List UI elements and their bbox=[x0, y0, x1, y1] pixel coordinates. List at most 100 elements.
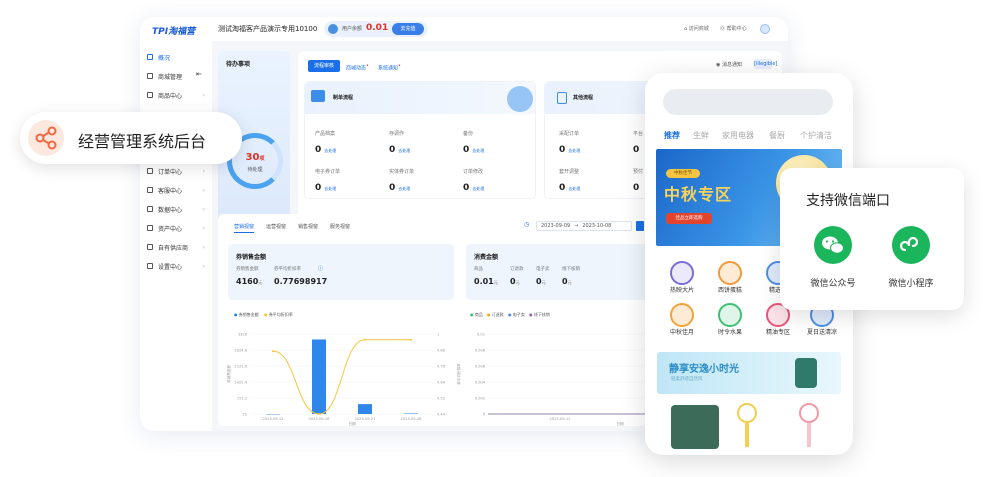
search-input[interactable] bbox=[663, 89, 833, 115]
stat-label: 产品档案 bbox=[315, 131, 336, 137]
tab-sales[interactable]: 销售视窗 bbox=[298, 223, 318, 230]
balance-value: 0.01 bbox=[366, 23, 389, 33]
box-value-unit: 元 bbox=[493, 280, 498, 285]
chevron-right-icon: › bbox=[202, 167, 205, 175]
date-separator: → bbox=[574, 223, 579, 229]
tab-appliances[interactable]: 家用电器 bbox=[722, 130, 754, 141]
balance-pill: 用户余额 0.01 去充值 bbox=[324, 21, 428, 37]
headset-icon bbox=[147, 187, 153, 193]
sidebar-item-suppliers[interactable]: 自有供应商 › bbox=[147, 241, 207, 253]
legend-item: 线下核销 bbox=[533, 312, 550, 317]
document-icon bbox=[311, 90, 325, 102]
tab-marketing[interactable]: 营销视窗 bbox=[234, 223, 254, 230]
balance-label: 用户余额 bbox=[342, 26, 363, 32]
box-value: 0元 bbox=[510, 277, 520, 286]
help-center-link[interactable]: ⓪ 帮助中心 bbox=[720, 25, 747, 32]
handle-link[interactable]: 去处理 bbox=[398, 148, 410, 153]
sidebar-item-orders[interactable]: 订单中心 › bbox=[147, 165, 207, 177]
sidebar-item-label: 资产中心 bbox=[158, 225, 183, 233]
sidebar-item-overview[interactable]: 概况 bbox=[147, 51, 207, 63]
recharge-button[interactable]: 去充值 bbox=[392, 23, 424, 35]
todo-count: 30项 bbox=[232, 152, 278, 163]
sales-chart: 3328 2824.8 2121.6 1422.4 721.2 25 1 0.88 0.76 0.… bbox=[226, 333, 461, 427]
sidebar-item-label: 数据中心 bbox=[158, 206, 183, 214]
legend-item: 券平均折扣率 bbox=[268, 312, 293, 317]
category-item[interactable]: 热映大片 bbox=[660, 261, 704, 294]
handle-link[interactable]: 去处理 bbox=[324, 186, 336, 191]
tab-mall-news[interactable]: 商城动态• bbox=[346, 63, 369, 72]
product-image-fan-pink[interactable] bbox=[799, 403, 819, 449]
sidebar-item-products[interactable]: 商品中心 › bbox=[147, 89, 207, 101]
handle-link[interactable]: 去处理 bbox=[568, 148, 580, 153]
stat-item: 采配订单 0 去处理 bbox=[559, 130, 580, 156]
banner-badge: 中秋佳节 bbox=[666, 169, 700, 178]
top-bar: TPI淘福营 测试淘福客产品演示专用10100 用户余额 0.01 去充值 ⌂ … bbox=[140, 17, 788, 41]
message-notice[interactable]: ◉ 消息通知 bbox=[716, 61, 742, 68]
category-item[interactable]: 时令水果 bbox=[708, 303, 752, 336]
notice-badge[interactable]: [illegible] bbox=[754, 59, 777, 69]
sidebar-item-label: 自有供应商 bbox=[158, 244, 189, 252]
line-point bbox=[272, 350, 274, 353]
mini-program-label: 微信小程序 bbox=[888, 279, 934, 289]
stat-value: 0 bbox=[389, 183, 396, 193]
sidebar-item-assets[interactable]: 资产中心 › bbox=[147, 222, 207, 234]
visit-mall-link[interactable]: ⌂ 访问商城 bbox=[684, 25, 709, 32]
chart-legend: ● 券销售金额 ● 券平均折扣率 bbox=[234, 312, 293, 318]
stage: TPI淘福营 测试淘福客产品演示专用10100 用户余额 0.01 去充值 ⌂ … bbox=[0, 0, 985, 477]
help-icon: ⓪ bbox=[720, 26, 727, 32]
product-image-heater[interactable] bbox=[671, 405, 719, 449]
sidebar-item-data[interactable]: 数据中心 › bbox=[147, 203, 207, 215]
tab-service[interactable]: 服务视窗 bbox=[330, 223, 350, 230]
wechat-title: 支持微信端口 bbox=[806, 193, 890, 209]
handle-link[interactable]: 去处理 bbox=[398, 186, 410, 191]
info-icon[interactable]: ⓘ bbox=[318, 265, 323, 272]
y-right-tick-label: 0.88 bbox=[437, 349, 446, 353]
banner2-title: 静享安逸小时光 bbox=[669, 364, 739, 375]
sidebar-item-mall[interactable]: 商城管理 bbox=[147, 70, 207, 82]
calendar-icon[interactable] bbox=[636, 221, 644, 231]
box-title: 券销售金额 bbox=[236, 254, 267, 261]
stat-label: 预付 bbox=[633, 169, 644, 175]
handle-link[interactable]: 去处理 bbox=[568, 186, 580, 191]
todo-sub: 待处理 bbox=[247, 167, 263, 173]
sidebar-item-settings[interactable]: 设置中心 › bbox=[147, 260, 207, 272]
mini-program-icon[interactable] bbox=[892, 226, 930, 264]
tab-fresh[interactable]: 生鲜 bbox=[693, 130, 709, 141]
todo-count-value: 30 bbox=[245, 152, 260, 163]
stat-label: 平台 bbox=[633, 131, 644, 137]
banner2-subtitle: 轻柔舒适自然风 bbox=[671, 377, 703, 382]
handle-link[interactable]: 去处理 bbox=[472, 148, 484, 153]
clock-icon: ◷ bbox=[524, 221, 530, 228]
category-label: 精油专区 bbox=[765, 329, 790, 336]
tab-operations[interactable]: 运营视窗 bbox=[266, 223, 286, 230]
tab-recommend[interactable]: 推荐 bbox=[664, 130, 680, 141]
cooler-product-image bbox=[795, 358, 817, 388]
tab-process-review[interactable]: 流程审核 bbox=[308, 60, 340, 72]
banner-button[interactable]: 佳品立即选购 bbox=[666, 213, 712, 224]
y-tick-label: 0.004 bbox=[475, 381, 486, 385]
wechat-icon[interactable] bbox=[814, 226, 852, 264]
tab-personal-care[interactable]: 个护清洁 bbox=[800, 130, 832, 141]
x-tick-label: 2023-09-28 bbox=[401, 417, 423, 421]
stat-label: 订单修改 bbox=[463, 169, 484, 175]
share-icon-graphic bbox=[35, 126, 57, 150]
handle-link[interactable]: 去处理 bbox=[472, 186, 484, 191]
stat-label: 电子券订单 bbox=[315, 169, 341, 175]
category-item[interactable]: 西饼蛋糕 bbox=[708, 261, 752, 294]
handle-link[interactable]: 去处理 bbox=[324, 148, 336, 153]
category-item[interactable]: 中秋佳月 bbox=[660, 303, 704, 336]
avatar[interactable] bbox=[760, 24, 770, 34]
summer-banner[interactable]: 静享安逸小时光 轻柔舒适自然风 bbox=[657, 352, 841, 394]
brand-logo[interactable]: TPI淘福营 bbox=[152, 24, 195, 37]
stat-label: 存调作 bbox=[389, 131, 405, 137]
stat-value: 0 bbox=[463, 183, 470, 193]
tab-system-notice[interactable]: 系统通知• bbox=[378, 63, 401, 72]
date-range-picker[interactable]: 2023-09-09 → 2023-10-08 bbox=[536, 221, 632, 231]
stat-item: 订单修改 0 去处理 bbox=[463, 168, 484, 194]
y-tick-label: 721.2 bbox=[237, 397, 247, 401]
product-image-fan-yellow[interactable] bbox=[737, 403, 757, 449]
sidebar-item-service[interactable]: 客服中心 › bbox=[147, 184, 207, 196]
line-point bbox=[364, 338, 366, 341]
sidebar-item-label: 概况 bbox=[158, 54, 171, 62]
tab-kitchen[interactable]: 餐厨 bbox=[769, 130, 785, 141]
